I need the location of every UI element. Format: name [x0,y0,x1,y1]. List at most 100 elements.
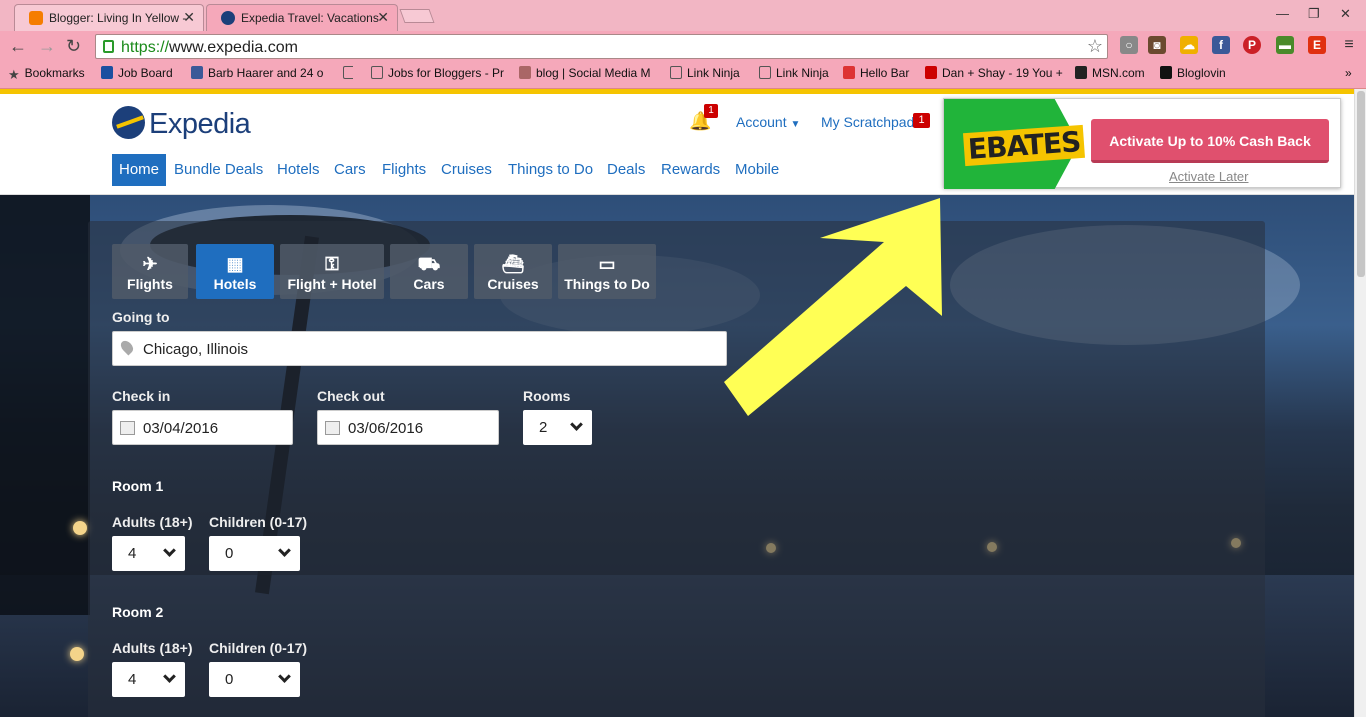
room-1-children-select[interactable]: 0 [209,536,300,571]
bookmarks-bar: ★ Bookmarks Job Board Barb Haarer and 24 … [0,62,1366,89]
close-tab-icon[interactable]: ✕ [183,9,195,26]
expedia-logo[interactable]: Expedia [112,106,252,146]
children-label: Children (0-17) [209,514,308,530]
bookmark-item[interactable]: MSN.com [1075,66,1145,80]
nav-deals[interactable]: Deals [607,154,645,186]
bookmark-item[interactable]: Barb Haarer and 24 o [191,66,323,80]
search-panel: ✈ Flights ▦ Hotels ⚿ Flight + Hotel ⛟ Cars ⛴… [88,221,1265,717]
pinterest-icon[interactable]: P [1243,36,1261,54]
package-icon: ⚿ [325,254,339,274]
bookmark-item[interactable]: Link Ninja [670,66,740,80]
calendar-icon [325,421,340,435]
expedia-page: Expedia 🔔 1 Account ▼ My Scratchpad 1 Ho… [0,94,1354,717]
nav-bundle-deals[interactable]: Bundle Deals [174,154,263,186]
bookmarks-overflow-icon[interactable]: » [1345,66,1352,80]
nav-cars[interactable]: Cars [334,154,366,186]
browser-tab-active[interactable]: Expedia Travel: Vacations ✕ [206,4,398,31]
bookmark-item[interactable]: Hello Bar [843,66,909,80]
lamp [73,521,87,535]
back-icon[interactable]: ← [9,36,27,57]
scratchpad-badge: 1 [913,113,930,128]
nav-rewards[interactable]: Rewards [661,154,720,186]
chevron-down-icon: ▼ [790,119,801,130]
tab-cruises[interactable]: ⛴ Cruises [474,244,552,299]
tab-cars[interactable]: ⛟ Cars [390,244,468,299]
extension-off-icon[interactable]: ○ [1120,36,1138,54]
room-1-title: Room 1 [112,478,164,494]
notification-badge: 1 [704,104,718,118]
room-1-adults-select[interactable]: 4 [112,536,185,571]
scratchpad-link[interactable]: My Scratchpad [821,114,914,130]
tab-flight-hotel[interactable]: ⚿ Flight + Hotel [280,244,384,299]
tab-things-to-do[interactable]: ▭ Things to Do [558,244,656,299]
room-2-title: Room 2 [112,604,164,620]
room-2-children-select[interactable]: 0 [209,662,300,697]
facebook-icon[interactable]: f [1212,36,1230,54]
page-scrollbar[interactable] [1354,89,1366,717]
check-out-label: Check out [317,388,385,404]
nav-hotels[interactable]: Hotels [277,154,320,186]
going-to-label: Going to [112,309,170,325]
ebates-popup: EBATES Activate Up to 10% Cash Back Acti… [943,98,1341,189]
tab-title: Expedia Travel: Vacations [241,11,379,25]
cruise-icon: ⛴ [501,254,525,274]
check-out-input[interactable]: 03/06/2016 [317,410,499,445]
extension-icon[interactable]: ▬ [1276,36,1294,54]
ebates-extension-icon[interactable]: E [1308,36,1326,54]
address-bar[interactable]: https://www.expedia.com ☆ [95,34,1108,59]
window-close-icon[interactable]: ✕ [1340,6,1351,22]
scrollbar-thumb[interactable] [1357,91,1365,277]
destination-input[interactable]: Chicago, Illinois [112,331,727,366]
bookmarks-menu[interactable]: ★ Bookmarks [8,66,85,82]
activate-cash-back-button[interactable]: Activate Up to 10% Cash Back [1091,119,1329,163]
ticket-icon: ▭ [598,254,616,274]
tab-flights[interactable]: ✈ Flights [112,244,188,299]
bookmark-item[interactable]: Jobs for Bloggers - Pr [371,66,504,80]
rooms-select[interactable]: 2 [523,410,592,445]
bookmark-item[interactable]: blog | Social Media M [519,66,651,80]
nav-cruises[interactable]: Cruises [441,154,492,186]
forward-icon[interactable]: → [38,36,56,57]
url-text: https://www.expedia.com [121,39,298,56]
minimize-icon[interactable]: — [1276,6,1289,21]
bookmark-item[interactable]: Job Board [101,66,173,80]
browser-toolbar: ← → ↻ https://www.expedia.com ☆ ○ ◙ ☁ f … [0,31,1366,62]
reload-icon[interactable]: ↻ [66,36,81,57]
account-menu[interactable]: Account ▼ [736,114,800,130]
car-icon: ⛟ [417,254,441,274]
adults-label: Adults (18+) [112,514,193,530]
chevron-down-icon [163,670,176,683]
palm-silhouette [0,195,90,615]
nav-flights[interactable]: Flights [382,154,426,186]
menu-icon[interactable]: ≡ [1340,36,1358,54]
tab-title: Blogger: Living In Yellow - [49,11,187,25]
bookmark-star-icon[interactable]: ☆ [1087,36,1103,57]
bookmark-item[interactable]: Link Ninja [759,66,829,80]
close-tab-icon[interactable]: ✕ [377,9,389,26]
nav-things-to-do[interactable]: Things to Do [508,154,593,186]
chevron-down-icon [278,544,291,557]
nav-home[interactable]: Home [112,154,167,186]
new-tab-button[interactable] [399,9,435,23]
instagram-icon[interactable]: ◙ [1148,36,1166,54]
browser-tab[interactable]: Blogger: Living In Yellow - ✕ [14,4,204,31]
nav-mobile[interactable]: Mobile [735,154,779,186]
chevron-down-icon [570,418,583,431]
tab-hotels[interactable]: ▦ Hotels [196,244,274,299]
bookmark-item[interactable]: Dan + Shay - 19 You + [925,66,1063,80]
check-in-label: Check in [112,388,171,404]
children-label: Children (0-17) [209,640,308,656]
activate-later-link[interactable]: Activate Later [1169,169,1249,184]
room-2-adults-select[interactable]: 4 [112,662,185,697]
hero-background: ✈ Flights ▦ Hotels ⚿ Flight + Hotel ⛟ Cars ⛴… [0,195,1354,717]
calendar-icon [120,421,135,435]
bookmark-item[interactable]: Bloglovin [1160,66,1226,80]
star-icon: ★ [8,67,20,82]
weather-icon[interactable]: ☁ [1180,36,1198,54]
restore-icon[interactable]: ❐ [1308,6,1320,22]
bookmark-item[interactable] [343,66,353,80]
check-in-input[interactable]: 03/04/2016 [112,410,293,445]
chevron-down-icon [278,670,291,683]
tab-bar: Blogger: Living In Yellow - ✕ Expedia Tr… [0,0,1366,31]
plane-icon: ✈ [142,254,158,274]
